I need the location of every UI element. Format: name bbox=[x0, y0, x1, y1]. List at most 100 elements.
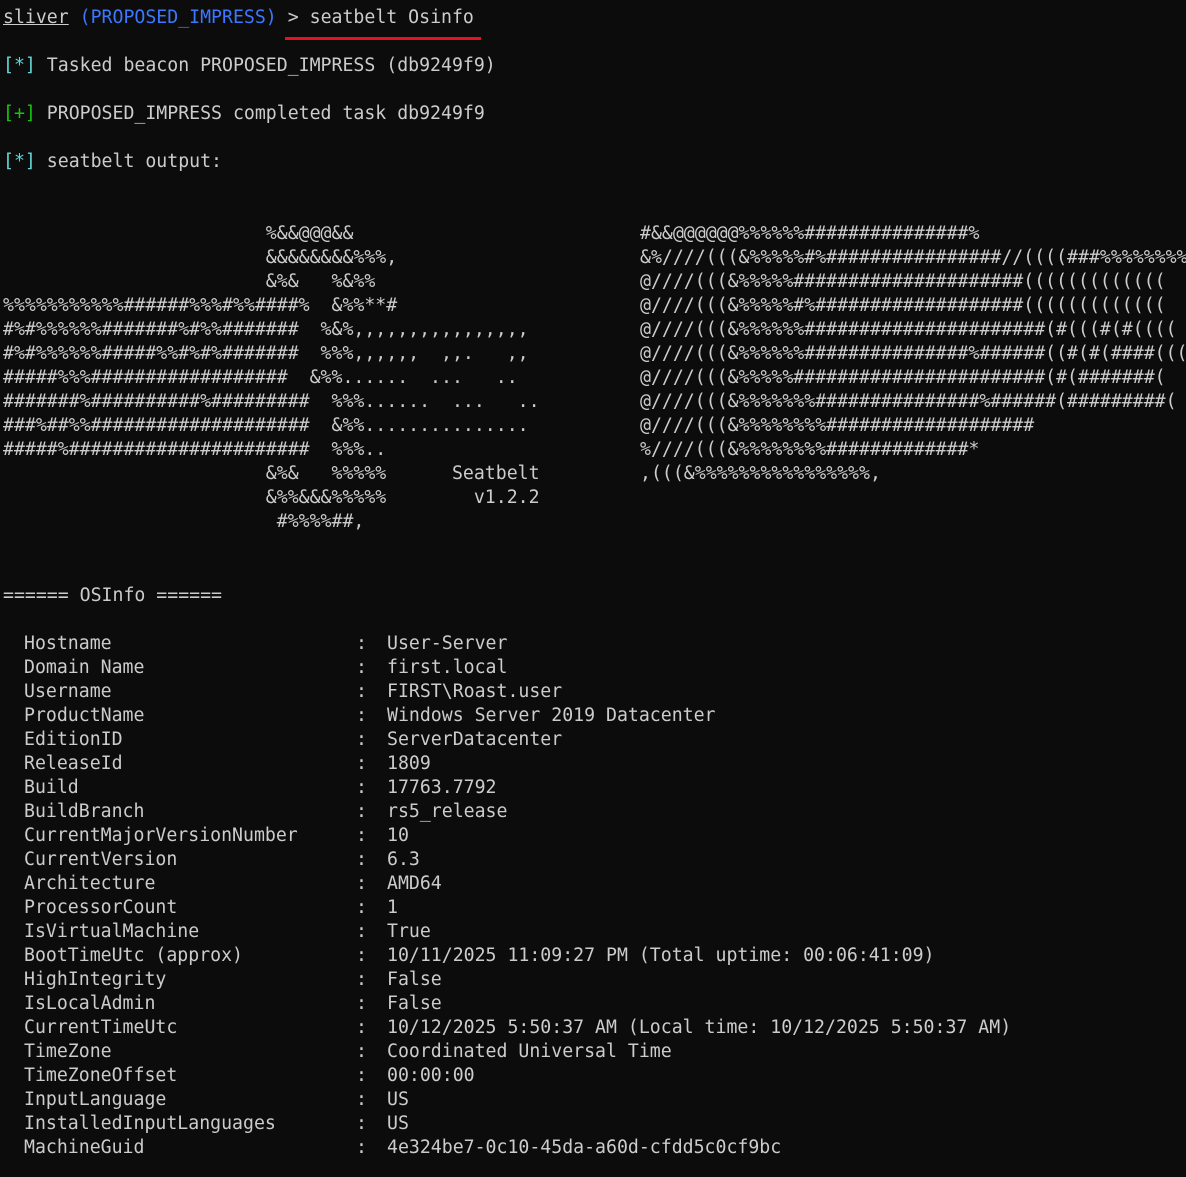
osinfo-key: InputLanguage bbox=[24, 1089, 167, 1110]
osinfo-value: User-Server bbox=[387, 633, 508, 654]
osinfo-value: False bbox=[387, 969, 442, 990]
prompt-line: sliver (PROPOSED_IMPRESS) > seatbelt Osi… bbox=[3, 6, 1186, 30]
info-marker: [*] bbox=[3, 55, 36, 76]
osinfo-key: Hostname bbox=[24, 633, 112, 654]
ascii-art-line: %////(((&%%%%%%%%#############* bbox=[640, 439, 980, 460]
ascii-art-line: #####%%%################## &%%...... ...… bbox=[3, 367, 518, 388]
osinfo-key: EditionID bbox=[24, 729, 123, 750]
osinfo-separator: : bbox=[356, 753, 367, 774]
prompt-command: seatbelt Osinfo bbox=[309, 7, 474, 28]
osinfo-separator: : bbox=[356, 825, 367, 846]
osinfo-separator: : bbox=[356, 1017, 367, 1038]
message-text: Tasked beacon PROPOSED_IMPRESS (db9249f9… bbox=[35, 55, 496, 76]
osinfo-value: True bbox=[387, 921, 431, 942]
message-line: [*] seatbelt output: bbox=[3, 150, 1186, 174]
ascii-art-line: #####%###################### %%%.. bbox=[3, 439, 387, 460]
ascii-art-line: @////(((&%%%%%%###############%######((#… bbox=[640, 343, 1186, 364]
ascii-art-line: &%%&&&%%%%% v1.2.2 bbox=[3, 487, 540, 508]
osinfo-value: US bbox=[387, 1113, 409, 1134]
osinfo-value: US bbox=[387, 1089, 409, 1110]
osinfo-value: 10/11/2025 11:09:27 PM (Total uptime: 00… bbox=[387, 945, 935, 966]
osinfo-separator: : bbox=[356, 801, 367, 822]
prompt-session: (PROPOSED_IMPRESS) bbox=[79, 7, 277, 28]
ascii-art-line: &%& %&%% bbox=[3, 271, 376, 292]
ascii-art-line: %%%%%%%%%%%######%%%#%%####% &%%**# bbox=[3, 295, 398, 316]
seatbelt-ascii-logo: %&&@@@&& &&&&&&&&%%%, &%& %&%%%%%%%%%%%%… bbox=[3, 222, 540, 534]
osinfo-key: InstalledInputLanguages bbox=[24, 1113, 276, 1134]
osinfo-key: ProcessorCount bbox=[24, 897, 178, 918]
section-title: ====== OSInfo ====== bbox=[3, 585, 222, 606]
ascii-art-line: #######%##########%######### %%%...... .… bbox=[3, 391, 540, 412]
osinfo-separator: : bbox=[356, 897, 367, 918]
osinfo-separator: : bbox=[356, 1137, 367, 1158]
message-text: seatbelt output: bbox=[35, 151, 223, 172]
message-line: [+] PROPOSED_IMPRESS completed task db92… bbox=[3, 102, 1186, 126]
ascii-art-line: @////(((&%%%%%%%###############%######(#… bbox=[640, 391, 1177, 412]
osinfo-key: Username bbox=[24, 681, 112, 702]
ascii-art-line: #&&@@@@@@%%%%%%###############% bbox=[640, 223, 980, 244]
osinfo-value: 10 bbox=[387, 825, 409, 846]
osinfo-separator: : bbox=[356, 1041, 367, 1062]
ascii-art-line: @////(((&%%%%%#%###################(((((… bbox=[640, 295, 1166, 316]
ascii-art-line: &%& %%%%% Seatbelt bbox=[3, 463, 540, 484]
ascii-art-line: ,(((&%%%%%%%%%%%%%%%%, bbox=[640, 463, 881, 484]
osinfo-value: first.local bbox=[387, 657, 508, 678]
osinfo-value: 1 bbox=[387, 897, 398, 918]
ascii-art-line: %&&@@@&& bbox=[3, 223, 354, 244]
osinfo-value: 10/12/2025 5:50:37 AM (Local time: 10/12… bbox=[387, 1017, 1012, 1038]
osinfo-separator: : bbox=[356, 921, 367, 942]
osinfo-separator: : bbox=[356, 945, 367, 966]
osinfo-separator: : bbox=[356, 657, 367, 678]
prompt-arrow: > bbox=[276, 7, 310, 28]
osinfo-separator: : bbox=[356, 633, 367, 654]
osinfo-separator: : bbox=[356, 1113, 367, 1134]
osinfo-value: 4e324be7-0c10-45da-a60d-cfdd5c0cf9bc bbox=[387, 1137, 782, 1158]
osinfo-value: 00:00:00 bbox=[387, 1065, 475, 1086]
ascii-art-line: @////(((&%%%%%#######################(#(… bbox=[640, 367, 1166, 388]
osinfo-key: ProductName bbox=[24, 705, 145, 726]
osinfo-separator: : bbox=[356, 681, 367, 702]
message-text: PROPOSED_IMPRESS completed task db9249f9 bbox=[35, 103, 485, 124]
success-marker: [+] bbox=[3, 103, 36, 124]
osinfo-key: CurrentMajorVersionNumber bbox=[24, 825, 298, 846]
ascii-art-line: &%////(((&%%%%%#%################//((((#… bbox=[640, 247, 1186, 268]
osinfo-separator: : bbox=[356, 1089, 367, 1110]
osinfo-value: ServerDatacenter bbox=[387, 729, 563, 750]
message-line: [*] Tasked beacon PROPOSED_IMPRESS (db92… bbox=[3, 54, 1186, 78]
ascii-art-line: &&&&&&&&%%%, bbox=[3, 247, 398, 268]
osinfo-key: CurrentVersion bbox=[24, 849, 178, 870]
osinfo-value: rs5_release bbox=[387, 801, 508, 822]
osinfo-value: False bbox=[387, 993, 442, 1014]
osinfo-separator: : bbox=[356, 873, 367, 894]
osinfo-key: MachineGuid bbox=[24, 1137, 145, 1158]
osinfo-value: Coordinated Universal Time bbox=[387, 1041, 672, 1062]
osinfo-key: HighIntegrity bbox=[24, 969, 167, 990]
osinfo-key: Architecture bbox=[24, 873, 156, 894]
ascii-art-line: @////(((&%%%%%#####################(((((… bbox=[640, 271, 1166, 292]
osinfo-key: Build bbox=[24, 777, 79, 798]
ascii-art-line: @////(((&%%%%%%######################(#(… bbox=[640, 319, 1177, 340]
osinfo-key: BuildBranch bbox=[24, 801, 145, 822]
osinfo-separator: : bbox=[356, 1065, 367, 1086]
ascii-art-line: #%#%%%%%%#####%%#%#%####### %%%,,,,,, ,,… bbox=[3, 343, 529, 364]
prompt-name: sliver bbox=[3, 7, 69, 28]
osinfo-value: 6.3 bbox=[387, 849, 420, 870]
osinfo-key: Domain Name bbox=[24, 657, 145, 678]
osinfo-value: 1809 bbox=[387, 753, 431, 774]
osinfo-separator: : bbox=[356, 777, 367, 798]
ascii-art-line: @////(((&%%%%%%%%################### bbox=[640, 415, 1035, 436]
info-marker: [*] bbox=[3, 151, 36, 172]
osinfo-key: IsLocalAdmin bbox=[24, 993, 156, 1014]
ascii-art-line: #%%%%##, bbox=[3, 511, 365, 532]
osinfo-separator: : bbox=[356, 969, 367, 990]
osinfo-separator: : bbox=[356, 729, 367, 750]
osinfo-separator: : bbox=[356, 849, 367, 870]
osinfo-key: CurrentTimeUtc bbox=[24, 1017, 178, 1038]
ascii-art-line: #%#%%%%%%#######%#%%####### %&%,,,,,,,,,… bbox=[3, 319, 529, 340]
osinfo-value: 17763.7792 bbox=[387, 777, 497, 798]
osinfo-key: IsVirtualMachine bbox=[24, 921, 200, 942]
osinfo-key: ReleaseId bbox=[24, 753, 123, 774]
osinfo-value: FIRST\Roast.user bbox=[387, 681, 563, 702]
osinfo-key: BootTimeUtc (approx) bbox=[24, 945, 243, 966]
osinfo-value: AMD64 bbox=[387, 873, 442, 894]
